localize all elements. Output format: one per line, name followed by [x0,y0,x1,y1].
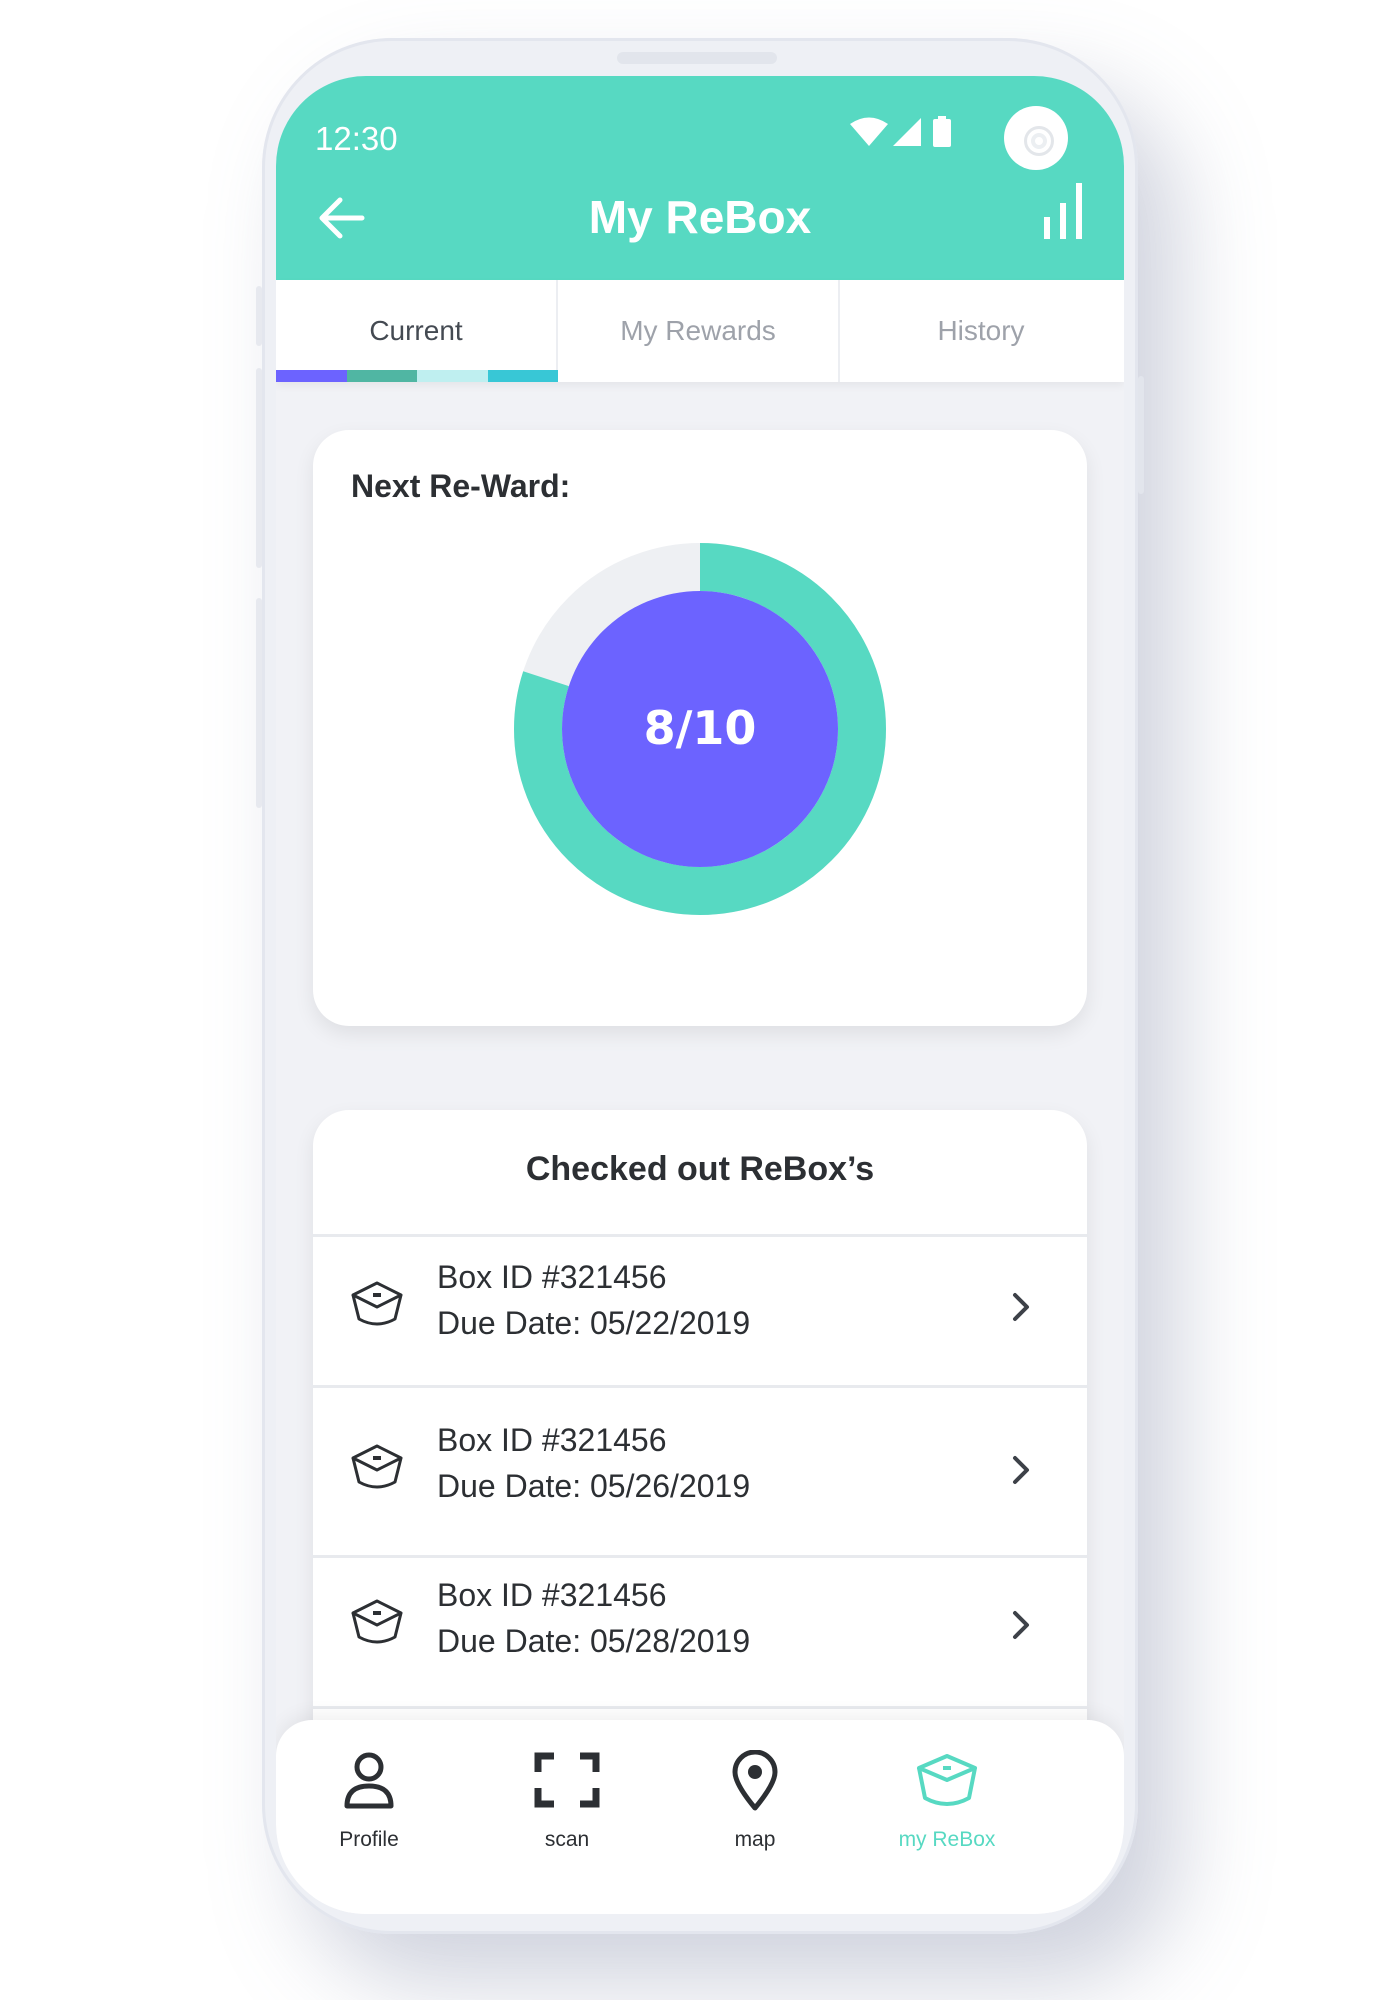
tab-history-label: History [937,315,1025,346]
bar-chart-icon[interactable] [1040,181,1090,241]
tab-history[interactable]: History [840,280,1122,382]
tab-bar: Current My Rewards History [276,280,1124,382]
due-date: Due Date: 05/26/2019 [437,1468,751,1504]
box-id: Box ID #321456 [437,1259,667,1295]
app-screen: 12:30 My ReBox Current My Rewards Histor… [276,76,1124,1914]
wifi-icon [850,117,888,146]
indicator-segment [346,370,417,382]
person-icon [344,1752,394,1809]
front-camera [1004,106,1068,170]
map-pin-icon [732,1750,778,1811]
bottom-nav: Profile scan map my ReBox [276,1720,1124,1914]
box-icon [917,1754,977,1806]
chevron-right-icon [1013,1611,1029,1639]
list-item[interactable]: Box ID #321456 Due Date: 05/26/2019 [313,1400,1087,1548]
cell-signal-icon [893,118,921,146]
reward-progress-ring: 8/10 [514,543,886,915]
nav-scan-label: scan [544,1828,590,1851]
nav-map[interactable]: map [660,1750,850,1860]
progress-text: 8/10 [644,701,757,755]
nav-scan[interactable]: scan [472,1750,662,1860]
box-icon [351,1444,403,1489]
battery-icon [933,116,951,147]
phone-speaker [617,52,777,64]
next-reward-card: Next Re-Ward: 8/10 [313,430,1087,1026]
tab-my-rewards-label: My Rewards [620,315,776,346]
app-bar: 12:30 My ReBox [276,76,1124,280]
power-button [1138,376,1144,494]
box-id: Box ID #321456 [437,1422,667,1458]
scan-frame-icon [534,1752,600,1808]
list-item[interactable]: Box ID #321456 Due Date: 05/28/2019 [313,1555,1087,1703]
volume-up-button [256,368,262,568]
status-icons [850,116,952,148]
chevron-right-icon [1013,1293,1029,1321]
nav-profile[interactable]: Profile [276,1750,464,1860]
divider [313,1706,1087,1709]
tab-active-indicator [276,370,558,382]
indicator-segment [487,370,558,382]
divider [313,1385,1087,1388]
side-button [256,286,262,346]
nav-my-rebox[interactable]: my ReBox [852,1750,1042,1860]
next-reward-title: Next Re-Ward: [351,468,571,504]
nav-my-rebox-label: my ReBox [898,1828,996,1851]
due-date: Due Date: 05/22/2019 [437,1305,751,1341]
nav-profile-label: Profile [339,1828,399,1851]
page-title: My ReBox [588,191,812,243]
tab-my-rewards[interactable]: My Rewards [558,280,840,382]
due-date: Due Date: 05/28/2019 [437,1623,751,1659]
box-icon [351,1281,403,1326]
volume-down-button [256,598,262,808]
indicator-segment [276,370,347,382]
indicator-segment [417,370,488,382]
tab-current-label: Current [369,315,463,346]
box-icon [351,1599,403,1644]
chevron-right-icon [1013,1456,1029,1484]
list-item[interactable]: Box ID #321456 Due Date: 05/22/2019 [313,1237,1087,1385]
status-time: 12:30 [315,120,398,157]
box-id: Box ID #321456 [437,1577,667,1613]
tab-current[interactable]: Current [276,280,558,382]
checked-out-title: Checked out ReBox’s [525,1150,875,1188]
nav-map-label: map [734,1828,776,1851]
